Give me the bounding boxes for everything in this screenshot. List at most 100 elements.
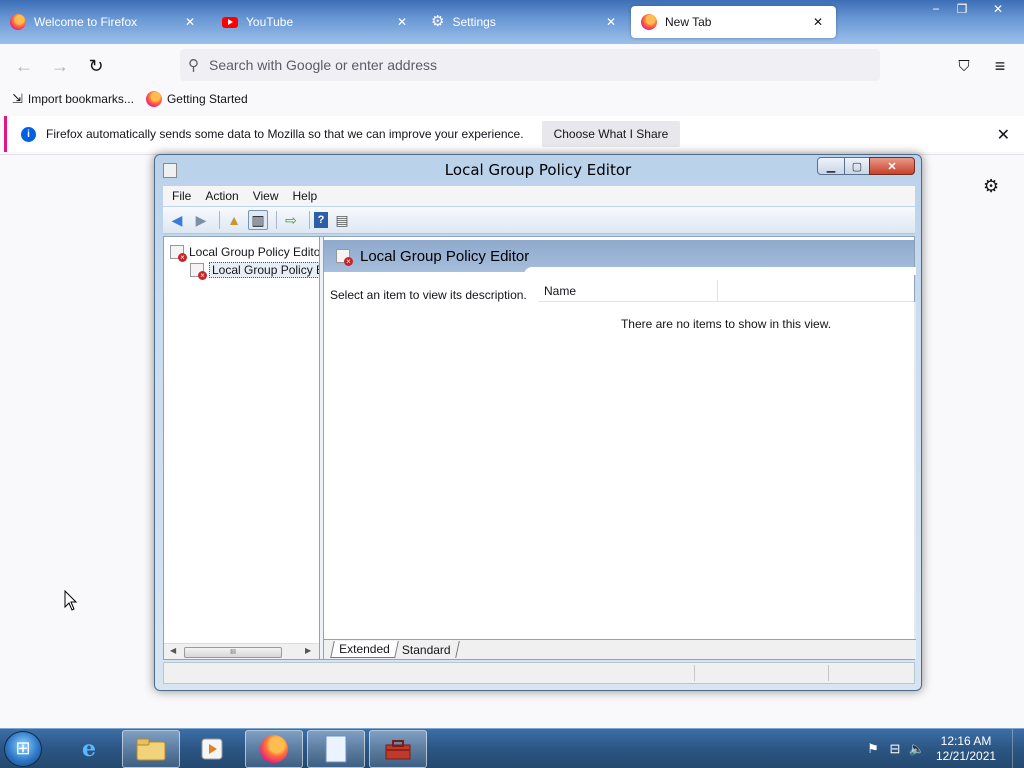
menu-file[interactable]: File	[172, 189, 191, 203]
internet-explorer-icon[interactable]: e	[60, 730, 118, 768]
close-tab-icon[interactable]: ✕	[603, 14, 619, 30]
tree-item-child[interactable]: Local Group Policy Editor	[190, 261, 319, 280]
firefox-taskbar-button[interactable]	[245, 730, 303, 768]
taskbar: e ⚑ ⊟ 🔈 12:16 AM 12/21/2021	[0, 728, 1024, 768]
console-body: Local Group Policy Editor Local Group Po…	[163, 236, 916, 660]
bookmark-label: Import bookmarks...	[27, 92, 134, 106]
firefox-icon	[145, 91, 162, 107]
bookmark-getting-started[interactable]: Getting Started	[145, 91, 248, 107]
search-icon: ⚲	[188, 57, 199, 74]
result-pane: Local Group Policy Editor Select an item…	[324, 237, 916, 659]
address-placeholder: Search with Google or enter address	[209, 57, 438, 73]
tab-settings[interactable]: ⚙ Settings ✕	[421, 6, 629, 38]
import-icon: ⇲	[12, 91, 23, 106]
notepad-taskbar-button[interactable]	[307, 730, 365, 768]
group-policy-icon	[336, 249, 353, 266]
file-explorer-icon[interactable]	[122, 730, 180, 768]
horizontal-scrollbar[interactable]: ◀ III ▶	[164, 643, 319, 659]
column-header-name[interactable]: Name	[538, 280, 718, 301]
menu-help[interactable]: Help	[293, 189, 318, 203]
tree-item-label: Local Group Policy Editor	[209, 262, 319, 278]
tab-strip: Welcome to Firefox ✕ YouTube ✕ ⚙ Setting…	[0, 0, 1024, 44]
tree-item-label: Local Group Policy Editor	[189, 245, 320, 259]
reload-button[interactable]: ↻	[82, 52, 110, 80]
choose-what-i-share-button[interactable]: Choose What I Share	[541, 121, 681, 147]
firefox-icon	[10, 14, 26, 30]
show-desktop-button[interactable]	[1012, 729, 1024, 768]
data-collection-notification: i Firefox automatically sends some data …	[4, 116, 1024, 152]
action-center-flag-icon[interactable]: ⚑	[862, 741, 884, 757]
list-edge	[914, 302, 916, 642]
restore-window-button[interactable]: ❐	[948, 0, 976, 18]
tab-new-tab[interactable]: New Tab ✕	[631, 6, 836, 38]
navigation-toolbar: ← → ↻ ⚲ Search with Google or enter addr…	[0, 44, 1024, 86]
close-tab-icon[interactable]: ✕	[182, 14, 198, 30]
empty-list-message: There are no items to show in this view.	[620, 317, 832, 331]
status-separator	[694, 665, 695, 681]
forward-arrow-icon[interactable]: ▶	[191, 210, 211, 230]
window-title: Local Group Policy Editor	[444, 161, 632, 179]
view-tabs: Extended Standard	[324, 639, 916, 659]
up-folder-icon[interactable]: ▲	[224, 210, 244, 230]
bookmark-import[interactable]: ⇲ Import bookmarks...	[12, 91, 134, 107]
media-player-icon[interactable]	[183, 730, 241, 768]
tab-standard[interactable]: Standard	[394, 641, 460, 658]
tab-label: New Tab	[665, 15, 712, 29]
result-pane-title: Local Group Policy Editor	[360, 247, 530, 265]
clock[interactable]: 12:16 AM 12/21/2021	[936, 734, 996, 764]
pocket-icon[interactable]: ⛉	[950, 52, 978, 80]
firefox-icon	[641, 14, 657, 30]
volume-icon[interactable]: 🔈	[906, 741, 928, 757]
start-button[interactable]	[4, 731, 42, 767]
minimize-button[interactable]: ▁	[817, 157, 845, 175]
back-button[interactable]: ←	[10, 52, 38, 80]
tab-label: Settings	[452, 15, 496, 29]
scroll-thumb[interactable]: III	[184, 647, 282, 658]
export-list-icon[interactable]: ⇨	[281, 210, 301, 230]
show-hide-tree-icon[interactable]: ▥	[248, 210, 268, 230]
tab-extended[interactable]: Extended	[330, 641, 399, 658]
firefox-icon	[260, 735, 288, 763]
forward-button[interactable]: →	[46, 52, 74, 80]
menu-bar: File Action View Help	[163, 186, 915, 206]
youtube-icon	[222, 16, 238, 28]
help-icon[interactable]: ?	[314, 212, 328, 228]
tab-youtube[interactable]: YouTube ✕	[212, 6, 420, 38]
group-policy-icon	[170, 245, 187, 262]
header-curve	[524, 267, 916, 275]
gear-icon[interactable]: ⚙	[983, 176, 999, 197]
network-icon[interactable]: ⊟	[884, 741, 906, 757]
folder-icon	[136, 738, 166, 761]
address-bar[interactable]: ⚲ Search with Google or enter address	[180, 49, 880, 81]
close-window-button[interactable]: ✕	[978, 0, 1018, 18]
tab-label: Extended	[339, 642, 390, 656]
toolbox-icon	[385, 740, 411, 760]
group-policy-editor-window: Local Group Policy Editor ▁ ▢ ✕ File Act…	[154, 154, 922, 691]
scroll-right-icon[interactable]: ▶	[305, 646, 311, 655]
window-titlebar[interactable]: Local Group Policy Editor ▁ ▢ ✕	[155, 155, 921, 185]
menu-action[interactable]: Action	[205, 189, 238, 203]
group-policy-icon	[190, 263, 207, 280]
tree-item-root[interactable]: Local Group Policy Editor	[170, 243, 320, 262]
close-notification-icon[interactable]: ✕	[997, 125, 1010, 145]
list-column-headers: Name	[538, 280, 914, 302]
maximize-button[interactable]: ▢	[844, 157, 870, 175]
tab-welcome-to-firefox[interactable]: Welcome to Firefox ✕	[0, 6, 208, 38]
close-tab-icon[interactable]: ✕	[810, 14, 826, 30]
action-pane-icon[interactable]: ▤	[332, 210, 352, 230]
group-policy-taskbar-button[interactable]	[369, 730, 427, 768]
scroll-left-icon[interactable]: ◀	[170, 646, 176, 655]
menu-icon[interactable]: ≡	[986, 52, 1014, 80]
gear-icon: ⚙	[431, 13, 445, 30]
tab-label: YouTube	[246, 15, 294, 29]
notification-text: Firefox automatically sends some data to…	[46, 127, 524, 141]
close-button[interactable]: ✕	[869, 157, 915, 175]
status-bar	[163, 662, 915, 684]
menu-view[interactable]: View	[253, 189, 279, 203]
close-tab-icon[interactable]: ✕	[394, 14, 410, 30]
minimize-window-button[interactable]: −	[922, 0, 950, 18]
back-arrow-icon[interactable]: ◀	[167, 210, 187, 230]
console-tree: Local Group Policy Editor Local Group Po…	[164, 237, 320, 659]
toolbar-separator	[276, 211, 277, 229]
info-icon: i	[21, 126, 36, 142]
